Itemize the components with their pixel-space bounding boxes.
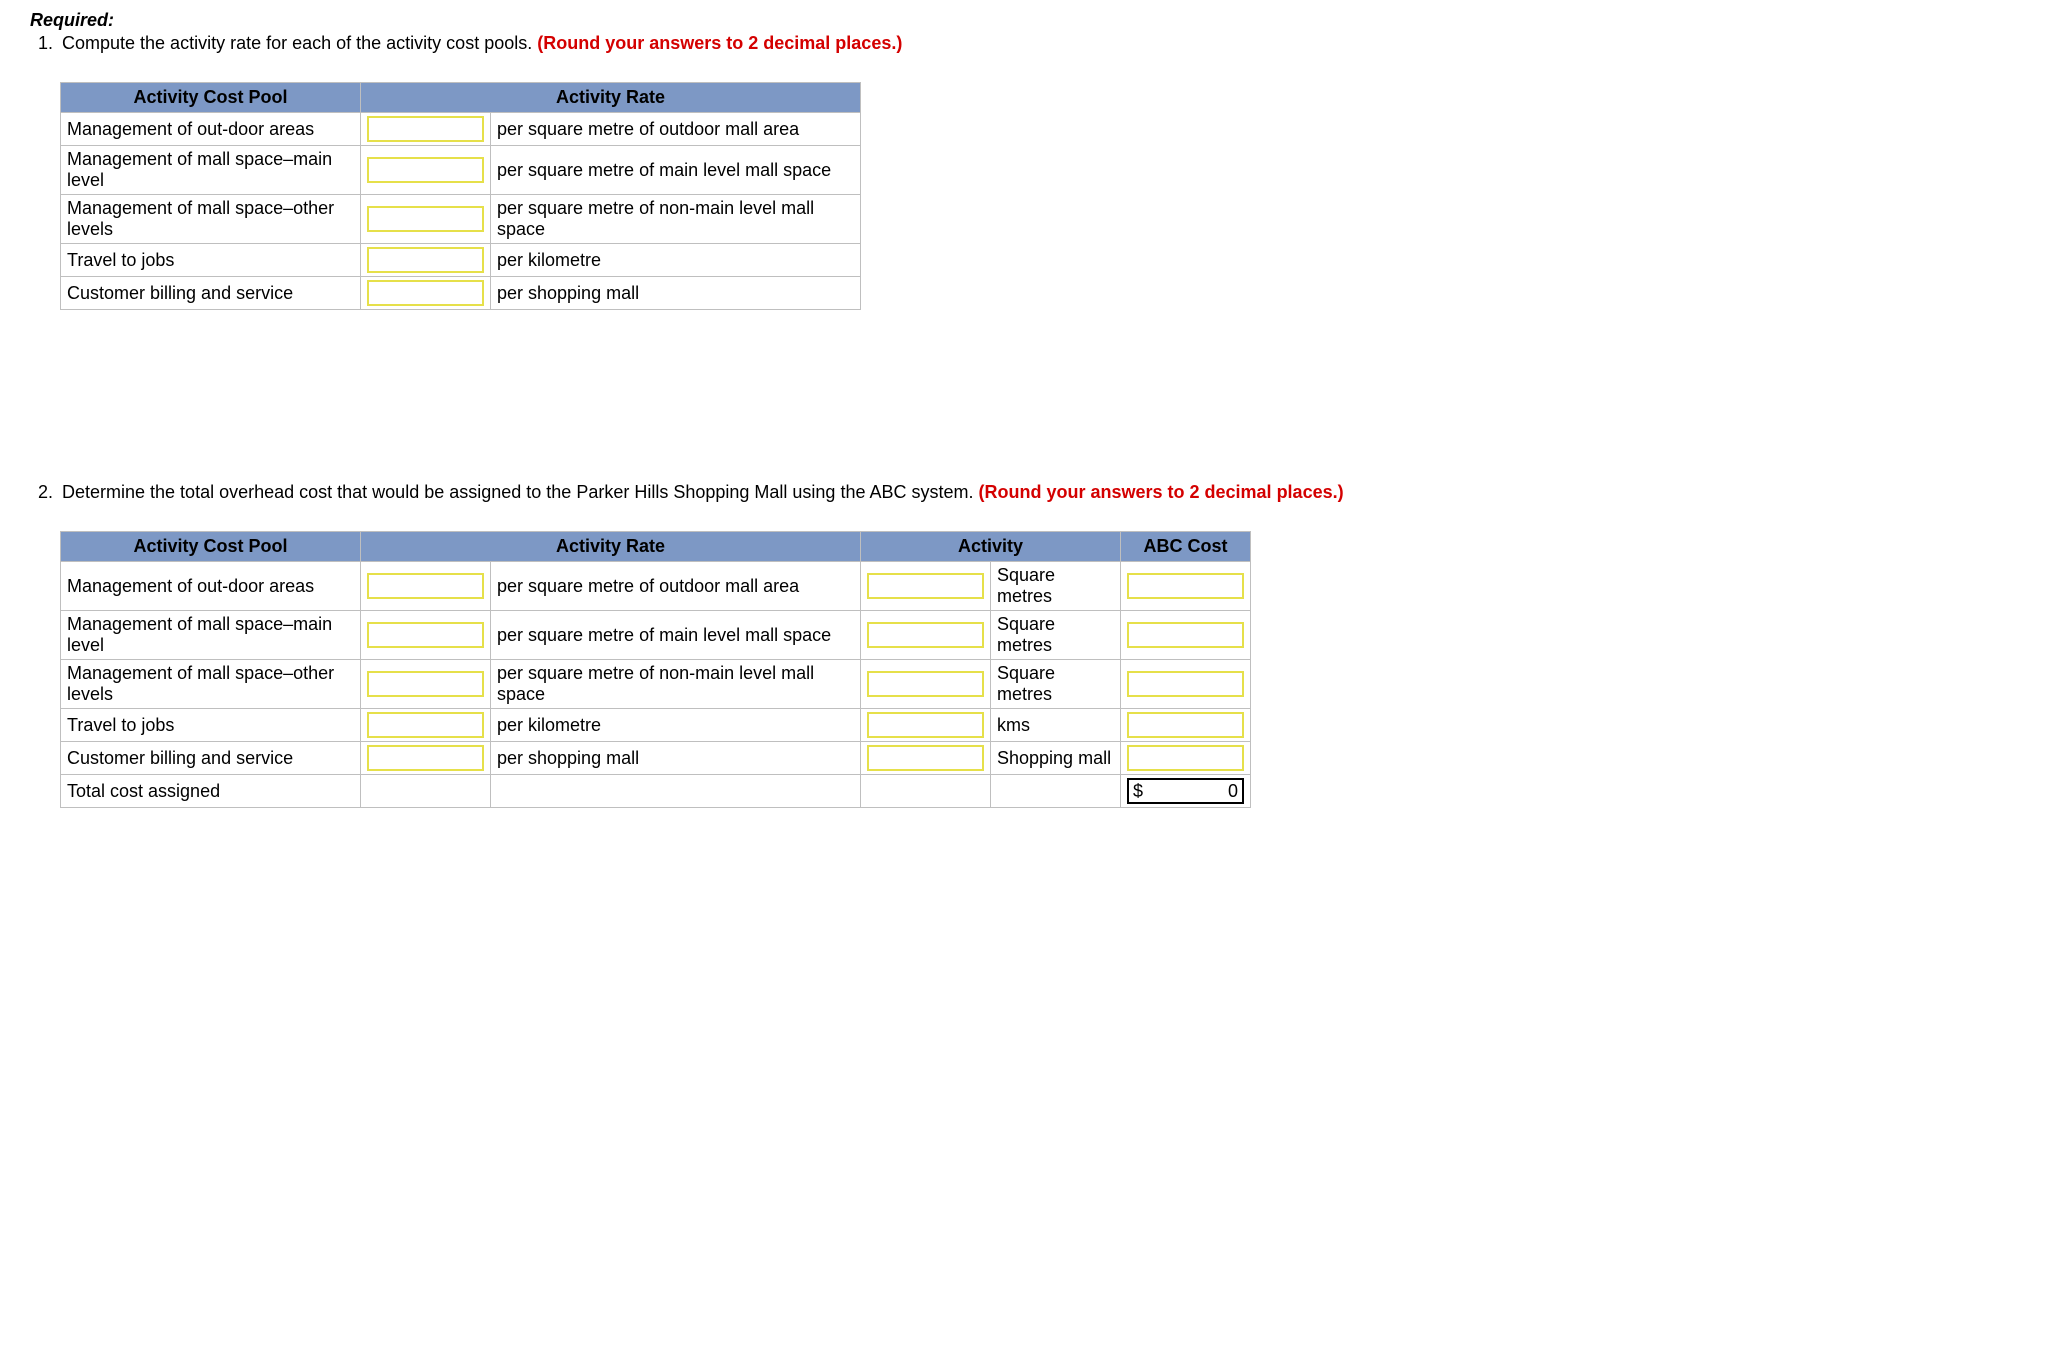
- activity-input[interactable]: [867, 745, 984, 771]
- total-value: 0: [1228, 781, 1238, 802]
- rate-input[interactable]: [367, 671, 484, 697]
- t1-header-rate: Activity Rate: [361, 83, 861, 113]
- activity-rate-table: Activity Cost Pool Activity Rate Managem…: [60, 82, 861, 310]
- activity-input[interactable]: [867, 573, 984, 599]
- table-row: Travel to jobs per kilometre kms: [61, 709, 1251, 742]
- table-row: Management of mall space–other levels pe…: [61, 195, 861, 244]
- pool-cell: Management of out-door areas: [61, 113, 361, 146]
- t2-header-rate: Activity Rate: [361, 532, 861, 562]
- pool-cell: Customer billing and service: [61, 742, 361, 775]
- pool-cell: Customer billing and service: [61, 277, 361, 310]
- question-1-text: Compute the activity rate for each of th…: [58, 33, 2016, 54]
- q2-plain: Determine the total overhead cost that w…: [62, 482, 979, 502]
- abc-cost-input[interactable]: [1127, 712, 1244, 738]
- rate-input[interactable]: [367, 745, 484, 771]
- t1-header-pool: Activity Cost Pool: [61, 83, 361, 113]
- total-label: Total cost assigned: [61, 775, 361, 808]
- abc-cost-input[interactable]: [1127, 622, 1244, 648]
- pool-cell: Management of mall space–main level: [61, 146, 361, 195]
- t2-header-activity: Activity: [861, 532, 1121, 562]
- abc-total-cell: $ 0: [1127, 778, 1244, 804]
- rate-unit-cell: per square metre of non-main level mall …: [491, 660, 861, 709]
- activity-input[interactable]: [867, 671, 984, 697]
- abc-cost-input[interactable]: [1127, 573, 1244, 599]
- pool-cell: Management of out-door areas: [61, 562, 361, 611]
- q1-round-note: (Round your answers to 2 decimal places.…: [537, 33, 902, 53]
- rate-unit-cell: per square metre of main level mall spac…: [491, 146, 861, 195]
- q2-round-note: (Round your answers to 2 decimal places.…: [979, 482, 1344, 502]
- pool-cell: Travel to jobs: [61, 244, 361, 277]
- pool-cell: Travel to jobs: [61, 709, 361, 742]
- rate-input[interactable]: [367, 247, 484, 273]
- table-row: Customer billing and service per shoppin…: [61, 742, 1251, 775]
- table-row: Management of out-door areas per square …: [61, 562, 1251, 611]
- pool-cell: Management of mall space–other levels: [61, 195, 361, 244]
- q1-plain: Compute the activity rate for each of th…: [62, 33, 537, 53]
- rate-input[interactable]: [367, 280, 484, 306]
- rate-unit-cell: per square metre of non-main level mall …: [491, 195, 861, 244]
- rate-input[interactable]: [367, 573, 484, 599]
- abc-cost-input[interactable]: [1127, 745, 1244, 771]
- table-row: Management of mall space–main level per …: [61, 611, 1251, 660]
- table-row: Customer billing and service per shoppin…: [61, 277, 861, 310]
- activity-unit-cell: Square metres: [991, 562, 1121, 611]
- rate-unit-cell: per square metre of outdoor mall area: [491, 562, 861, 611]
- table-row: Management of mall space–main level per …: [61, 146, 861, 195]
- t2-header-pool: Activity Cost Pool: [61, 532, 361, 562]
- rate-unit-cell: per kilometre: [491, 709, 861, 742]
- table-row: Management of out-door areas per square …: [61, 113, 861, 146]
- total-row: Total cost assigned $ 0: [61, 775, 1251, 808]
- rate-unit-cell: per shopping mall: [491, 742, 861, 775]
- table-row: Management of mall space–other levels pe…: [61, 660, 1251, 709]
- rate-unit-cell: per square metre of main level mall spac…: [491, 611, 861, 660]
- pool-cell: Management of mall space–other levels: [61, 660, 361, 709]
- rate-unit-cell: per shopping mall: [491, 277, 861, 310]
- question-2-block: Determine the total overhead cost that w…: [30, 482, 2016, 503]
- rate-input[interactable]: [367, 206, 484, 232]
- rate-unit-cell: per square metre of outdoor mall area: [491, 113, 861, 146]
- activity-unit-cell: Square metres: [991, 660, 1121, 709]
- rate-input[interactable]: [367, 712, 484, 738]
- table-row: Travel to jobs per kilometre: [61, 244, 861, 277]
- rate-input[interactable]: [367, 622, 484, 648]
- required-label: Required:: [30, 10, 114, 30]
- activity-unit-cell: Square metres: [991, 611, 1121, 660]
- rate-input[interactable]: [367, 157, 484, 183]
- activity-unit-cell: kms: [991, 709, 1121, 742]
- activity-input[interactable]: [867, 622, 984, 648]
- t2-header-abc: ABC Cost: [1121, 532, 1251, 562]
- question-1-block: Required: Compute the activity rate for …: [30, 10, 2016, 54]
- abc-cost-table: Activity Cost Pool Activity Rate Activit…: [60, 531, 1251, 808]
- activity-input[interactable]: [867, 712, 984, 738]
- pool-cell: Management of mall space–main level: [61, 611, 361, 660]
- rate-unit-cell: per kilometre: [491, 244, 861, 277]
- rate-input[interactable]: [367, 116, 484, 142]
- abc-cost-input[interactable]: [1127, 671, 1244, 697]
- currency-symbol: $: [1133, 781, 1143, 802]
- question-2-text: Determine the total overhead cost that w…: [58, 482, 2016, 503]
- activity-unit-cell: Shopping mall: [991, 742, 1121, 775]
